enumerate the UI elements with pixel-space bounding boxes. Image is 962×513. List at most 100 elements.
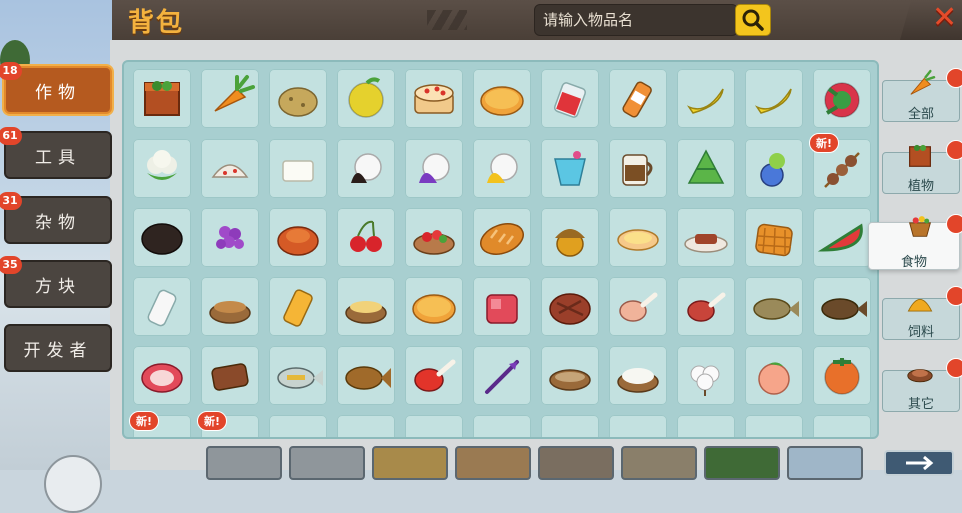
feed-pile-icon [901,283,939,319]
item-slot[interactable] [405,208,463,267]
item-slot[interactable] [405,277,463,336]
item-slot[interactable] [337,346,395,405]
item-slot[interactable] [405,415,463,437]
item-slot[interactable] [745,69,803,128]
fried-fish-icon [345,366,391,390]
item-slot[interactable] [609,415,667,437]
hotbar-slot[interactable] [372,446,448,480]
item-slot[interactable] [813,208,871,267]
item-slot[interactable] [133,277,191,336]
item-slot[interactable] [677,415,735,437]
item-slot[interactable] [337,139,395,198]
item-slot[interactable] [609,69,667,128]
item-slot[interactable] [133,139,191,198]
item-slot[interactable] [609,208,667,267]
item-slot[interactable] [337,208,395,267]
item-slot[interactable] [201,277,259,336]
item-slot[interactable] [269,415,327,437]
cherry-icon [350,220,382,252]
item-slot[interactable] [745,208,803,267]
burnt-food-icon [141,223,183,255]
tab-crops[interactable]: 作物 18 [0,62,112,114]
hotbar-slot[interactable] [206,446,282,480]
item-slot[interactable] [609,139,667,198]
item-slot[interactable] [473,346,531,405]
item-slot[interactable] [337,69,395,128]
item-slot[interactable] [541,415,599,437]
item-slot[interactable] [813,277,871,336]
roast-turkey-icon [277,226,319,256]
item-slot[interactable] [133,208,191,267]
item-slot[interactable] [133,69,191,128]
item-slot[interactable] [745,415,803,437]
item-slot[interactable] [677,139,735,198]
item-slot[interactable] [405,139,463,198]
item-slot[interactable]: 新! [129,411,191,437]
item-slot[interactable] [609,277,667,336]
search-button[interactable] [735,4,771,36]
hotbar-slot[interactable] [787,446,863,480]
hotbar-slot[interactable] [455,446,531,480]
item-slot[interactable]: 新! [197,411,259,437]
item-slot[interactable] [473,139,531,198]
meat-plate-icon [684,234,728,253]
item-slot[interactable] [337,415,395,437]
hotbar-slot[interactable] [621,446,697,480]
item-slot[interactable] [813,415,871,437]
search-input[interactable] [543,9,723,31]
tab-tools[interactable]: 工具 61 [0,127,112,179]
item-slot[interactable] [813,346,871,405]
filter-label: 其它 [907,397,934,412]
joystick-button[interactable] [44,455,102,513]
hotbar-slot[interactable] [538,446,614,480]
item-slot[interactable] [677,69,735,128]
item-slot[interactable] [269,69,327,128]
hotbar-slot[interactable] [704,446,780,480]
filter-other[interactable]: 其它 [882,369,960,412]
milk-bottle-icon [147,289,177,327]
item-slot[interactable] [541,139,599,198]
item-slot[interactable] [269,346,327,405]
item-slot[interactable] [541,277,599,336]
item-slot[interactable] [541,208,599,267]
item-slot[interactable] [201,69,259,128]
filter-plants[interactable]: 植物 [882,144,960,194]
item-slot[interactable] [201,139,259,198]
tab-misc[interactable]: 杂物 31 [0,192,112,244]
tab-developer[interactable]: 开发者 [4,324,112,372]
item-slot[interactable] [269,277,327,336]
item-slot[interactable]: 新! [809,133,871,198]
header-decoration [427,10,467,30]
item-slot[interactable] [745,277,803,336]
item-slot[interactable] [473,277,531,336]
item-slot[interactable] [133,346,191,405]
item-slot[interactable] [541,346,599,405]
count-badge: 61 [0,127,22,145]
item-slot[interactable] [473,208,531,267]
item-slot[interactable] [201,208,259,267]
item-slot[interactable] [609,346,667,405]
filter-feed[interactable]: 饲料 [882,298,960,340]
item-slot[interactable] [473,69,531,128]
item-slot[interactable] [813,69,871,128]
item-slot[interactable] [541,69,599,128]
hotbar-slot[interactable] [289,446,365,480]
item-slot[interactable] [677,346,735,405]
item-slot[interactable] [337,277,395,336]
item-slot[interactable] [269,208,327,267]
item-slot[interactable] [269,139,327,198]
item-slot[interactable] [405,69,463,128]
item-slot[interactable] [473,415,531,437]
item-slot[interactable] [201,346,259,405]
food-basket-icon [901,207,939,243]
item-slot[interactable] [405,346,463,405]
item-slot[interactable] [745,139,803,198]
close-button[interactable]: ✕ [932,0,957,36]
item-slot[interactable] [677,208,735,267]
item-slot[interactable] [745,346,803,405]
next-page-button[interactable] [884,450,954,476]
filter-all[interactable]: 全部 [882,69,960,122]
tab-blocks[interactable]: 方块 35 [0,256,112,308]
filter-food[interactable]: 食物 [868,216,960,270]
item-slot[interactable] [677,277,735,336]
